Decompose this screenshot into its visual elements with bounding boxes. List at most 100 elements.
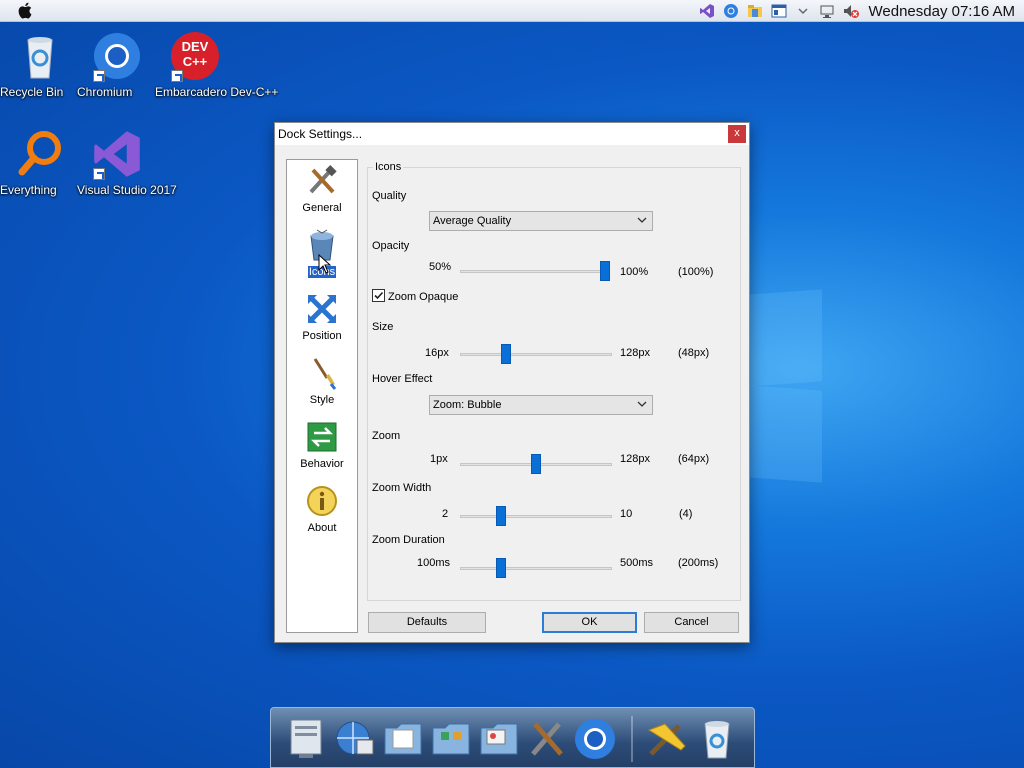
system-preferences-icon bbox=[290, 719, 322, 758]
hover-effect-select[interactable]: Zoom: Bubble bbox=[429, 395, 653, 415]
zoom-width-slider-track[interactable] bbox=[460, 515, 612, 518]
desktop-icon-everything[interactable]: Everything bbox=[0, 128, 80, 197]
visual-studio-icon bbox=[91, 128, 143, 180]
paintbrush-icon bbox=[305, 356, 339, 390]
wallpaper-beam bbox=[748, 385, 822, 483]
group-title: Icons bbox=[373, 161, 404, 173]
apple-icon[interactable] bbox=[18, 2, 32, 23]
zoom-slider-thumb[interactable] bbox=[531, 454, 541, 474]
size-max-label: 128px bbox=[620, 347, 650, 359]
quality-select-value: Average Quality bbox=[433, 215, 512, 227]
desktop-icon-recycle-bin[interactable]: Recycle Bin bbox=[0, 30, 80, 99]
dock-item-pictures[interactable] bbox=[477, 716, 521, 762]
cancel-button[interactable]: Cancel bbox=[644, 612, 739, 633]
visual-studio-icon[interactable] bbox=[699, 3, 715, 19]
dock-settings-dialog: Dock Settings... x General Icons Positio… bbox=[274, 122, 750, 643]
quality-label: Quality bbox=[372, 190, 407, 202]
zoom-opaque-label[interactable]: Zoom Opaque bbox=[388, 291, 458, 303]
size-min-label: 16px bbox=[425, 347, 449, 359]
zoom-opaque-checkbox[interactable] bbox=[372, 289, 385, 302]
zoom-label: Zoom bbox=[372, 430, 401, 442]
quality-select[interactable]: Average Quality bbox=[429, 211, 653, 231]
desktop-icon-chromium[interactable]: Chromium bbox=[77, 30, 157, 99]
opacity-slider-thumb[interactable] bbox=[600, 261, 610, 281]
network-globe-icon bbox=[336, 721, 374, 755]
nav-item-behavior[interactable]: Behavior bbox=[287, 420, 357, 472]
recycle-bin-icon bbox=[704, 721, 730, 759]
dock-item-recycle-bin[interactable] bbox=[695, 716, 739, 762]
desktop-icon-devcpp[interactable]: DEV C++ Embarcadero Dev-C++ bbox=[155, 30, 278, 99]
system-tray: Wednesday 07:16 AM bbox=[699, 0, 1024, 22]
tools-icon bbox=[647, 723, 686, 756]
dock-item-chromium[interactable] bbox=[573, 716, 617, 762]
tools-icon bbox=[305, 164, 339, 198]
defaults-button[interactable]: Defaults bbox=[368, 612, 486, 633]
desktop-icon-label: Everything bbox=[0, 183, 57, 197]
dock-bar bbox=[270, 707, 755, 768]
everything-search-icon bbox=[14, 128, 66, 180]
desktop-icon-label: Chromium bbox=[77, 85, 133, 99]
chevron-down-icon bbox=[637, 401, 647, 407]
opacity-min-label: 50% bbox=[429, 261, 452, 273]
chromium-icon bbox=[575, 719, 615, 759]
zoom-duration-max-label: 500ms bbox=[620, 557, 654, 569]
ok-button[interactable]: OK bbox=[542, 612, 637, 633]
pictures-folder-icon bbox=[480, 723, 518, 755]
zoom-current-value: (64px) bbox=[678, 453, 710, 465]
desktop-icon-label: Embarcadero Dev-C++ bbox=[155, 85, 279, 99]
zoom-duration-slider-track[interactable] bbox=[460, 567, 612, 570]
chevron-down-icon[interactable] bbox=[795, 3, 811, 19]
menu-bar: Wednesday 07:16 AM bbox=[0, 0, 1024, 22]
chevron-down-icon bbox=[637, 217, 647, 223]
nav-item-style[interactable]: Style bbox=[287, 356, 357, 408]
devcpp-icon: DEV C++ bbox=[169, 30, 221, 82]
zoom-duration-slider-thumb[interactable] bbox=[495, 558, 506, 578]
zoom-duration-min-label: 100ms bbox=[417, 557, 451, 569]
opacity-label: Opacity bbox=[372, 240, 410, 252]
clock[interactable]: Wednesday 07:16 AM bbox=[869, 3, 1015, 20]
desktop-icon-visual-studio[interactable]: Visual Studio 2017 bbox=[77, 128, 177, 197]
opacity-current-value: (100%) bbox=[678, 266, 714, 278]
dialog-titlebar[interactable]: Dock Settings... x bbox=[275, 123, 749, 145]
nav-item-general[interactable]: General bbox=[287, 164, 357, 216]
size-slider-track[interactable] bbox=[460, 353, 612, 356]
settings-sidebar: General Icons Position Style Behavior Ab… bbox=[286, 159, 358, 633]
nav-label: Style bbox=[309, 394, 335, 406]
nav-item-position[interactable]: Position bbox=[287, 292, 357, 344]
desktop-icon-label: Visual Studio 2017 bbox=[77, 183, 177, 197]
network-icon[interactable] bbox=[819, 3, 835, 19]
hover-effect-select-value: Zoom: Bubble bbox=[433, 399, 502, 411]
nav-label: Position bbox=[302, 330, 342, 342]
zoom-width-min-label: 2 bbox=[442, 508, 449, 520]
shortcut-arrow-icon bbox=[93, 168, 105, 180]
zoom-duration-label: Zoom Duration bbox=[372, 534, 445, 546]
dock-item-dock-settings[interactable] bbox=[525, 716, 569, 762]
close-button[interactable]: x bbox=[728, 125, 746, 143]
dock-item-applications[interactable] bbox=[429, 716, 473, 762]
opacity-max-label: 100% bbox=[620, 266, 649, 278]
zoom-width-slider-thumb[interactable] bbox=[495, 506, 506, 526]
dock-item-system-preferences[interactable] bbox=[285, 716, 329, 762]
zoom-min-label: 1px bbox=[430, 453, 448, 465]
documents-folder-icon bbox=[384, 723, 422, 755]
mouse-cursor-icon bbox=[318, 254, 332, 274]
opacity-slider-track[interactable] bbox=[460, 270, 610, 273]
dock-item-documents[interactable] bbox=[381, 716, 425, 762]
window-icon[interactable] bbox=[771, 3, 787, 19]
devcpp-logo-text: DEV C++ bbox=[181, 39, 209, 69]
zoom-width-max-label: 10 bbox=[620, 508, 633, 520]
position-arrows-icon bbox=[305, 292, 339, 326]
dock-settings-icon bbox=[531, 722, 563, 756]
volume-muted-icon[interactable] bbox=[843, 3, 859, 19]
chromium-icon bbox=[91, 30, 143, 82]
size-current-value: (48px) bbox=[678, 347, 710, 359]
dock-item-network[interactable] bbox=[333, 716, 377, 762]
zoom-max-label: 128px bbox=[620, 453, 650, 465]
folder-icon[interactable] bbox=[747, 3, 763, 19]
dock-item-tools[interactable] bbox=[645, 716, 689, 762]
chromium-icon[interactable] bbox=[723, 3, 739, 19]
nav-item-about[interactable]: About bbox=[287, 484, 357, 536]
size-slider-thumb[interactable] bbox=[501, 344, 512, 364]
shortcut-arrow-icon bbox=[171, 70, 183, 82]
zoom-width-current-value: (4) bbox=[679, 508, 693, 520]
